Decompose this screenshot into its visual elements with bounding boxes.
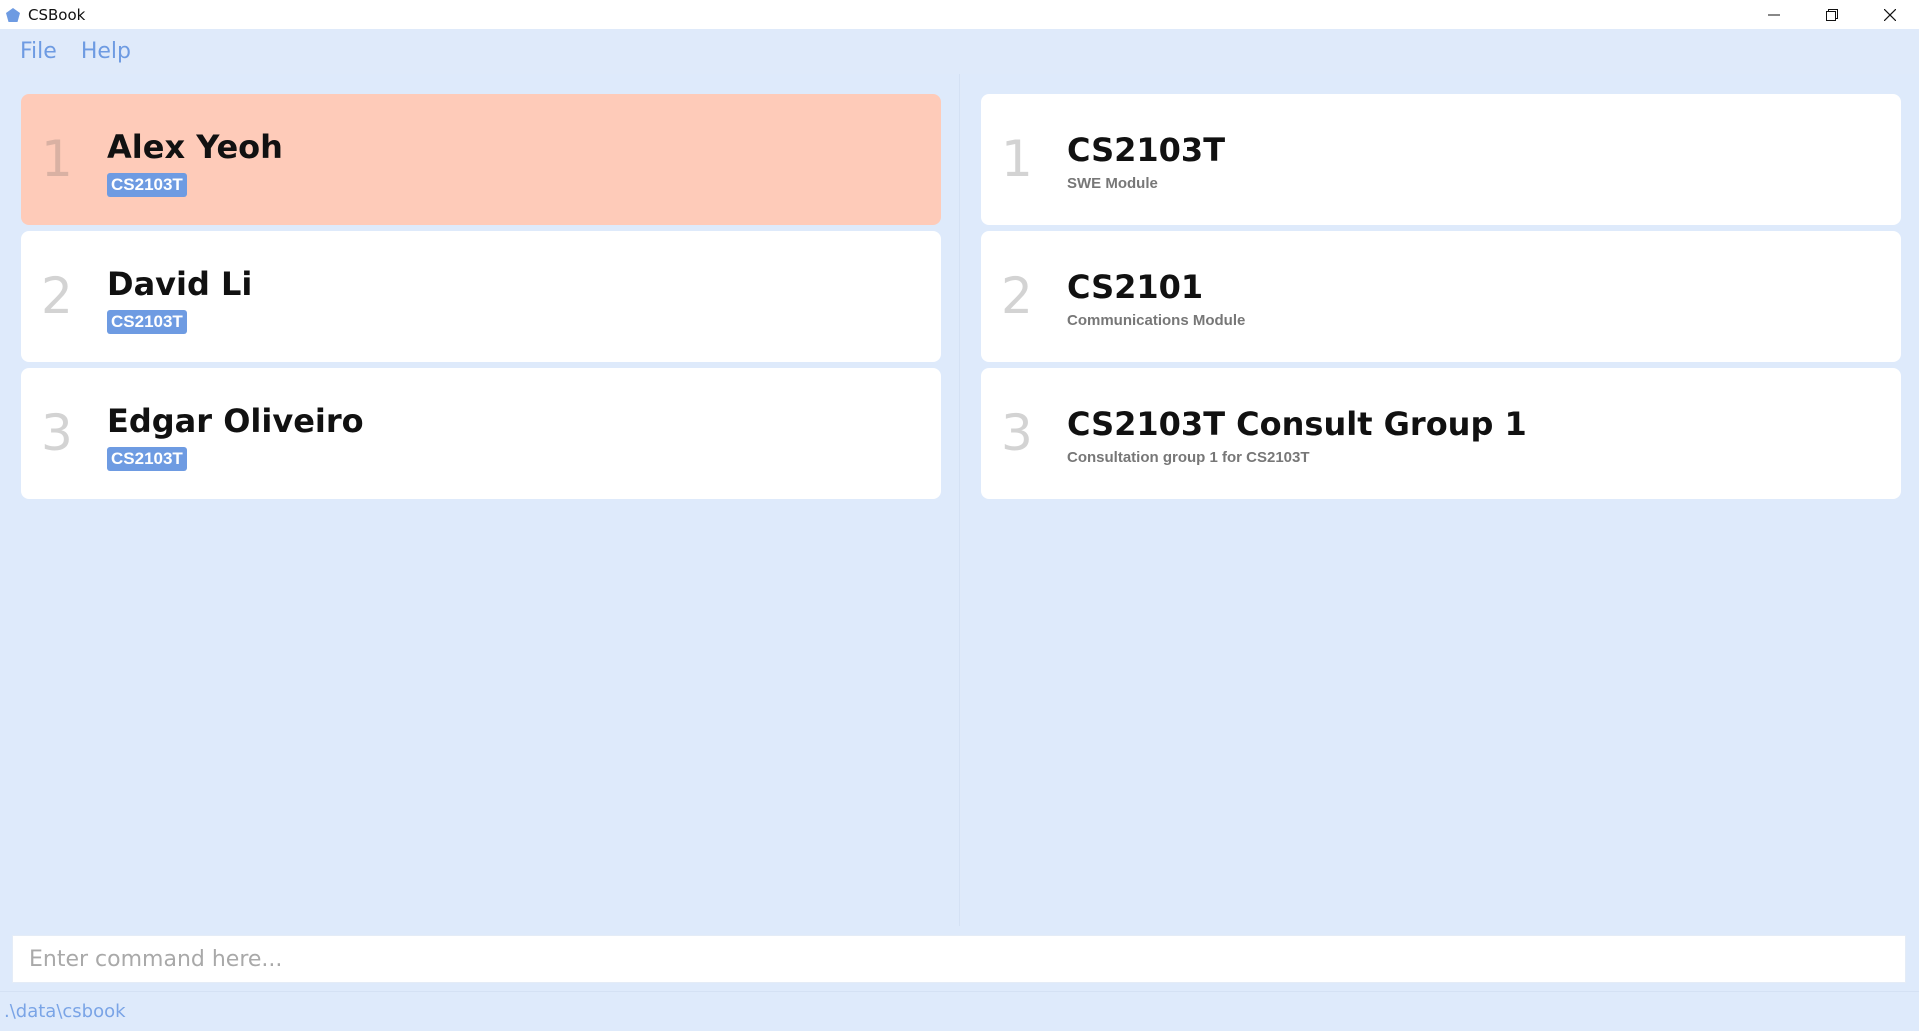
status-bar: .\data\csbook [0, 991, 1919, 1031]
group-list-panel[interactable]: 1 CS2103T SWE Module 2 CS2101 Communicat… [961, 74, 1919, 926]
person-card[interactable]: 2 David Li CS2103T [21, 231, 941, 362]
person-index: 1 [41, 130, 73, 188]
app-logo-icon [4, 6, 22, 24]
group-name: CS2103T [1067, 131, 1226, 169]
group-index: 1 [1001, 130, 1033, 188]
menu-help[interactable]: Help [81, 39, 131, 64]
group-card[interactable]: 1 CS2103T SWE Module [981, 94, 1901, 225]
minimize-button[interactable] [1745, 0, 1803, 29]
group-name: CS2103T Consult Group 1 [1067, 405, 1527, 443]
group-index: 3 [1001, 404, 1033, 462]
group-name: CS2101 [1067, 268, 1204, 306]
person-index: 2 [41, 267, 73, 325]
person-name: Alex Yeoh [107, 128, 283, 166]
group-description: SWE Module [1067, 175, 1158, 192]
person-tag: CS2103T [107, 173, 187, 197]
command-input[interactable] [12, 935, 1906, 983]
group-description: Communications Module [1067, 312, 1246, 329]
person-name: David Li [107, 265, 253, 303]
group-index: 2 [1001, 267, 1033, 325]
person-list-panel[interactable]: 1 Alex Yeoh CS2103T 2 David Li CS2103T 3… [0, 74, 960, 926]
title-bar: CSBook [0, 0, 1919, 29]
group-card[interactable]: 2 CS2101 Communications Module [981, 231, 1901, 362]
command-area [0, 926, 1919, 991]
window-controls [1745, 0, 1919, 29]
person-index: 3 [41, 404, 73, 462]
person-name: Edgar Oliveiro [107, 402, 364, 440]
restore-icon [1826, 8, 1838, 21]
group-description: Consultation group 1 for CS2103T [1067, 449, 1310, 466]
restore-button[interactable] [1803, 0, 1861, 29]
close-button[interactable] [1861, 0, 1919, 29]
person-tag: CS2103T [107, 310, 187, 334]
person-card[interactable]: 1 Alex Yeoh CS2103T [21, 94, 941, 225]
menu-bar: File Help [0, 29, 1919, 74]
window-title: CSBook [28, 5, 86, 24]
data-file-path: .\data\csbook [4, 1001, 126, 1022]
person-tag: CS2103T [107, 447, 187, 471]
menu-file[interactable]: File [20, 39, 57, 64]
person-card[interactable]: 3 Edgar Oliveiro CS2103T [21, 368, 941, 499]
minimize-icon [1768, 14, 1780, 15]
group-card[interactable]: 3 CS2103T Consult Group 1 Consultation g… [981, 368, 1901, 499]
close-icon [1884, 8, 1896, 21]
